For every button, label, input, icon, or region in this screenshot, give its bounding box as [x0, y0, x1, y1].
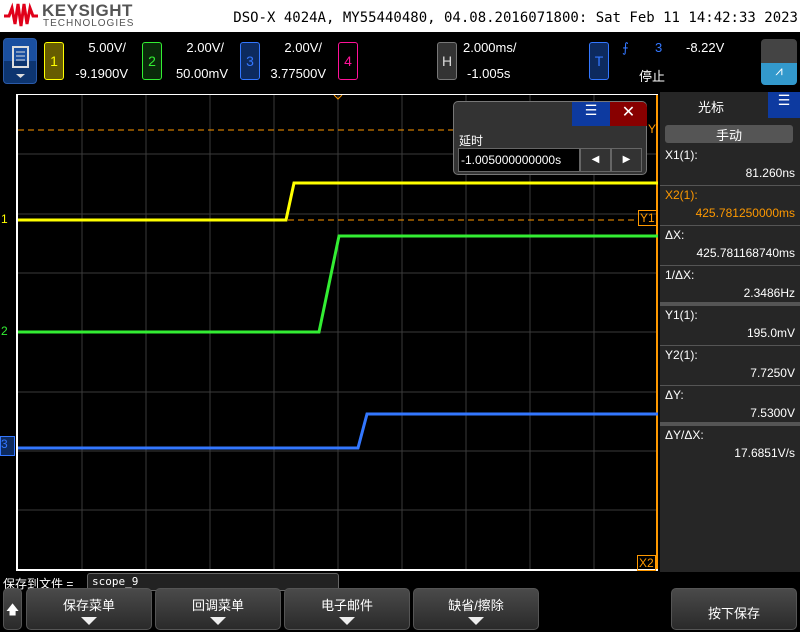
channel-2-button[interactable]: 2	[142, 42, 162, 80]
cursor-delta-y: ΔY:7.5300V	[660, 386, 800, 426]
cursor-inv-delta-x: 1/ΔX:2.3486Hz	[660, 266, 800, 306]
ch2-scale: 2.00V/	[168, 40, 224, 55]
ch1-ground-marker[interactable]: 1	[1, 212, 8, 226]
status-bar: 1 5.00V/ -9.1900V 2 2.00V/ 50.00mV 3 2.0…	[0, 32, 800, 92]
x2-cursor-label[interactable]: X2	[637, 555, 656, 571]
softkey-recall-menu[interactable]: 回调菜单	[155, 588, 281, 630]
arrow-down-icon	[468, 617, 484, 625]
ch3-offset: 3.77500V	[266, 66, 326, 81]
channel-4-button[interactable]: 4	[338, 42, 358, 80]
keysight-logo-icon	[4, 2, 38, 28]
delay-label: 延时	[459, 132, 483, 149]
delay-decrement-button[interactable]: ◀	[580, 148, 611, 172]
softkey-default-erase[interactable]: 缺省/擦除	[413, 588, 539, 630]
channel-3-button[interactable]: 3	[240, 42, 260, 80]
softkey-email[interactable]: 电子邮件	[284, 588, 410, 630]
dialog-menu-button[interactable]: ☰	[572, 102, 610, 126]
run-status: 停止	[639, 66, 665, 85]
auto-scale-button[interactable]: ⩘	[761, 63, 797, 85]
channel-1-button[interactable]: 1	[44, 42, 64, 80]
ch3-scale: 2.00V/	[266, 40, 322, 55]
menu-icon	[4, 39, 38, 85]
softkey-save-menu[interactable]: 保存菜单	[26, 588, 152, 630]
cursor-x2: X2(1):425.781250000ms	[660, 186, 800, 226]
cursor-x1: X1(1):81.260ns	[660, 146, 800, 186]
dialog-close-button[interactable]: ✕	[610, 102, 647, 126]
ch2-ground-marker[interactable]: 2	[1, 324, 8, 338]
trigger-level: -8.22V	[686, 40, 724, 55]
time-delay: -1.005s	[467, 66, 510, 81]
cursor-delta-x: ΔX:425.781168740ms	[660, 226, 800, 266]
cursor-panel-menu-button[interactable]: ☰	[768, 92, 800, 118]
cursor-panel: 光标 ☰ 手动 X1(1):81.260ns X2(1):425.7812500…	[660, 92, 800, 572]
main-menu-button[interactable]	[3, 38, 37, 84]
delay-dialog: ☰ ✕ 延时 -1.005000000000s ◀ ▶	[453, 101, 647, 175]
back-button[interactable]: 🡅	[3, 588, 22, 630]
trigger-source: 3	[655, 40, 662, 55]
header: KEYSIGHT TECHNOLOGIES DSO-X 4024A, MY554…	[0, 0, 800, 32]
press-save-button[interactable]: 按下保存	[671, 588, 797, 630]
rising-edge-icon: ⨍	[622, 40, 629, 56]
cursor-slope: ΔY/ΔX:17.6851V/s	[660, 426, 800, 466]
brand-sub: TECHNOLOGIES	[43, 18, 134, 29]
cursor-panel-title: 光标	[698, 97, 724, 116]
window-title: DSO-X 4024A, MY55440480, 04.08.201607180…	[233, 10, 798, 26]
delay-increment-button[interactable]: ▶	[611, 148, 642, 172]
ch2-offset: 50.00mV	[168, 66, 228, 81]
arrow-down-icon	[339, 617, 355, 625]
time-scale: 2.000ms/	[463, 40, 516, 55]
horizontal-button[interactable]: H	[437, 42, 457, 80]
ch1-offset: -9.1900V	[70, 66, 128, 81]
cursor-y2: Y2(1):7.7250V	[660, 346, 800, 386]
ch3-ground-marker[interactable]: 3	[0, 436, 15, 456]
y2-cursor-label[interactable]: Y2	[648, 122, 658, 136]
arrow-down-icon	[81, 617, 97, 625]
y1-cursor-label[interactable]: Y1	[638, 210, 657, 226]
cursor-mode-button[interactable]: 手动	[665, 125, 793, 143]
cursor-y1: Y1(1):195.0mV	[660, 306, 800, 346]
arrow-down-icon	[210, 617, 226, 625]
ch1-scale: 5.00V/	[70, 40, 126, 55]
zoom-box-button[interactable]	[761, 39, 797, 63]
trigger-button[interactable]: T	[589, 42, 609, 80]
delay-input[interactable]: -1.005000000000s	[458, 148, 580, 172]
